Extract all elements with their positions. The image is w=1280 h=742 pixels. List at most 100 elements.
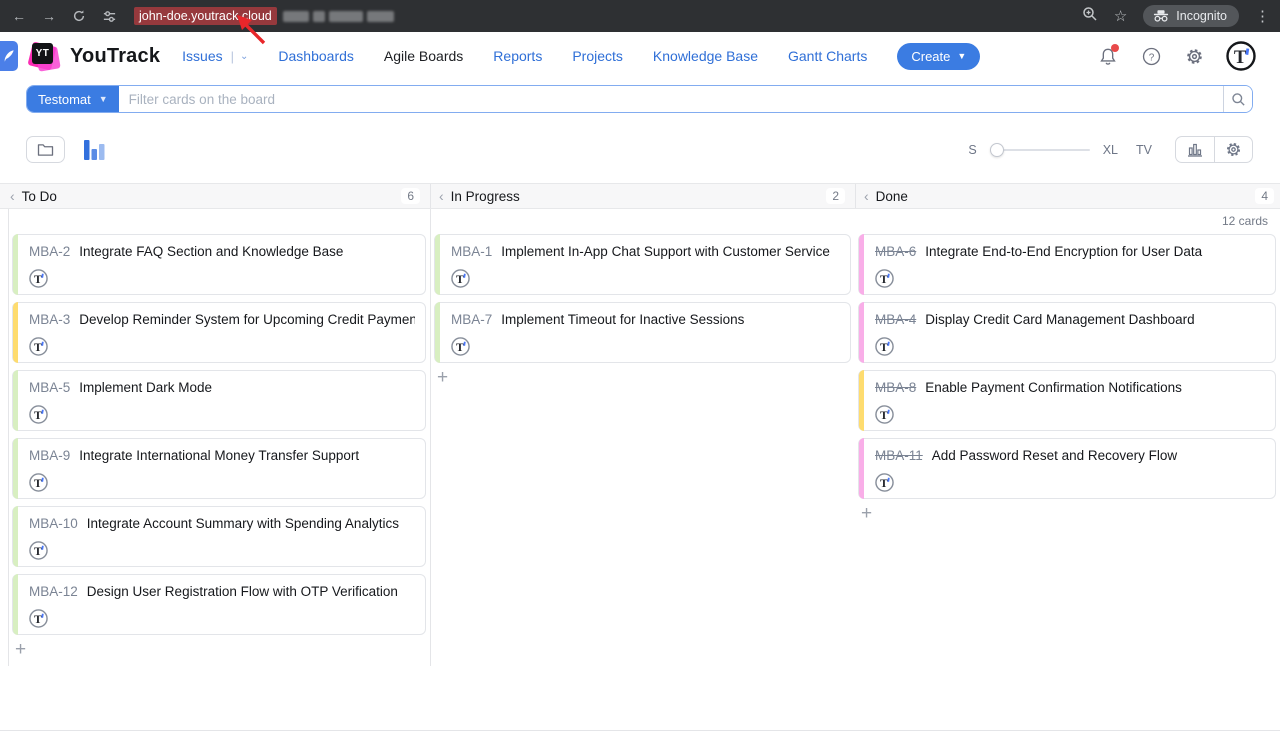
assignee-avatar[interactable]: T [29,473,48,492]
nav-item-label: Reports [493,48,542,64]
board-filter-bar: Testomat ▼ [26,85,1253,113]
card-size-min-label: S [968,143,976,157]
search-button[interactable] [1223,86,1252,112]
issue-card[interactable]: MBA-5 Implement Dark Mode T [12,370,426,431]
issue-title: Implement In-App Chat Support with Custo… [501,244,830,260]
issue-card[interactable]: MBA-11Add Password Reset and Recovery Fl… [858,438,1276,499]
issue-id[interactable]: MBA-10 [29,516,78,532]
column-count-badge: 4 [1255,188,1274,204]
add-card-button[interactable]: + [15,642,26,658]
view-toolbar: S XL TV [26,136,1253,163]
column-header-in-progress[interactable]: ‹In Progress2 [430,184,855,208]
issue-id[interactable]: MBA-9 [29,448,70,464]
board-selector-button[interactable]: Testomat ▼ [27,86,119,112]
browser-forward-icon[interactable]: → [38,5,60,27]
nav-item-label: Dashboards [278,48,354,64]
backlog-folder-button[interactable] [26,136,65,163]
browser-back-icon[interactable]: ← [8,5,30,27]
nav-item-knowledge-base[interactable]: Knowledge Base [653,48,758,64]
annotation-arrow [232,13,270,47]
column-header-to-do[interactable]: ‹To Do6 [8,184,430,208]
assignee-avatar[interactable]: T [875,473,894,492]
collapse-column-icon[interactable]: ‹ [439,188,444,204]
tv-mode-button[interactable]: TV [1136,143,1152,157]
assignee-avatar[interactable]: T [451,269,470,288]
issue-id[interactable]: MBA-3 [29,312,70,328]
profile-avatar-image[interactable]: T [1226,58,1256,75]
issue-card[interactable]: MBA-10 Integrate Account Summary with Spe… [12,506,426,567]
issue-id[interactable]: MBA-11 [875,448,923,464]
issue-title: Implement Dark Mode [79,380,212,396]
svg-text:T: T [34,476,42,490]
nav-item-projects[interactable]: Projects [572,48,623,64]
nav-item-dashboards[interactable]: Dashboards [278,48,354,64]
issue-card[interactable]: MBA-8Enable Payment Confirmation Notific… [858,370,1276,431]
svg-text:T: T [456,340,464,354]
extension-pin-button[interactable] [0,41,18,71]
nav-item-agile-boards[interactable]: Agile Boards [384,48,463,64]
assignee-avatar[interactable]: T [875,269,894,288]
issue-card[interactable]: MBA-12 Design User Registration Flow with… [12,574,426,635]
card-size-max-label: XL [1103,143,1118,157]
bookmark-star-icon[interactable]: ☆ [1114,7,1127,25]
nav-item-issues[interactable]: Issues|⌄ [182,48,248,64]
issue-card[interactable]: MBA-3Develop Reminder System for Upcomin… [12,302,426,363]
assignee-avatar[interactable]: T [875,337,894,356]
nav-item-label: Agile Boards [384,48,463,64]
help-icon[interactable]: ? [1140,45,1162,67]
assignee-avatar[interactable]: T [29,541,48,560]
folder-icon [37,143,54,157]
issue-card[interactable]: MBA-2Integrate FAQ Section and Knowledge… [12,234,426,295]
assignee-avatar[interactable]: T [29,405,48,424]
issue-id[interactable]: MBA-6 [875,244,916,260]
card-priority-stripe [13,574,18,635]
assignee-avatar[interactable]: T [29,269,48,288]
site-settings-icon[interactable] [98,5,120,27]
assignee-avatar[interactable]: T [29,609,48,628]
column-title: To Do [22,189,57,204]
browser-reload-icon[interactable] [68,5,90,27]
browser-menu-icon[interactable]: ⋮ [1255,7,1270,25]
assignee-avatar[interactable]: T [29,337,48,356]
issue-card[interactable]: MBA-1 Implement In-App Chat Support with … [434,234,851,295]
settings-gear-icon[interactable] [1183,45,1205,67]
issue-id[interactable]: MBA-2 [29,244,70,260]
issue-id[interactable]: MBA-8 [875,380,916,396]
issue-id[interactable]: MBA-5 [29,380,70,396]
chart-report-button[interactable] [1175,136,1214,163]
svg-text:T: T [880,272,888,286]
youtrack-logo[interactable]: YT [29,40,61,72]
nav-item-label: Knowledge Base [653,48,758,64]
chart-view-toggle[interactable] [84,140,108,160]
issue-card[interactable]: MBA-9 Integrate International Money Trans… [12,438,426,499]
slider-knob[interactable] [990,143,1004,157]
issue-id[interactable]: MBA-1 [451,244,492,260]
issue-card[interactable]: MBA-7Implement Timeout for Inactive Sess… [434,302,851,363]
assignee-avatar[interactable]: T [875,405,894,424]
issue-card[interactable]: MBA-4Display Credit Card Management Dash… [858,302,1276,363]
card-size-slider[interactable] [990,143,1090,157]
column-header-done[interactable]: ‹Done4 [855,184,1280,208]
issue-id[interactable]: MBA-4 [875,312,916,328]
issue-title: Integrate Account Summary with Spending … [87,516,399,532]
add-card-button[interactable]: + [861,506,872,522]
profile-avatar[interactable]: T [1226,41,1256,71]
notifications-bell-icon[interactable] [1097,45,1119,67]
nav-item-reports[interactable]: Reports [493,48,542,64]
board-settings-button[interactable] [1214,136,1253,163]
assignee-avatar[interactable]: T [451,337,470,356]
browser-chrome: ← → john-doe.youtrack.cloud [0,0,1280,32]
issue-title: Integrate International Money Transfer S… [79,448,359,464]
create-button[interactable]: Create ▼ [897,43,980,70]
filter-cards-input[interactable] [119,86,1223,112]
issue-id[interactable]: MBA-12 [29,584,78,600]
issue-title: Design User Registration Flow with OTP V… [87,584,398,600]
zoom-search-icon[interactable] [1082,6,1098,27]
nav-item-gantt-charts[interactable]: Gantt Charts [788,48,867,64]
issue-id[interactable]: MBA-7 [451,312,492,328]
collapse-column-icon[interactable]: ‹ [10,188,15,204]
collapse-column-icon[interactable]: ‹ [864,188,869,204]
issue-card[interactable]: MBA-6Integrate End-to-End Encryption for… [858,234,1276,295]
url-redacted-blur [283,11,394,22]
add-card-button[interactable]: + [437,370,448,386]
